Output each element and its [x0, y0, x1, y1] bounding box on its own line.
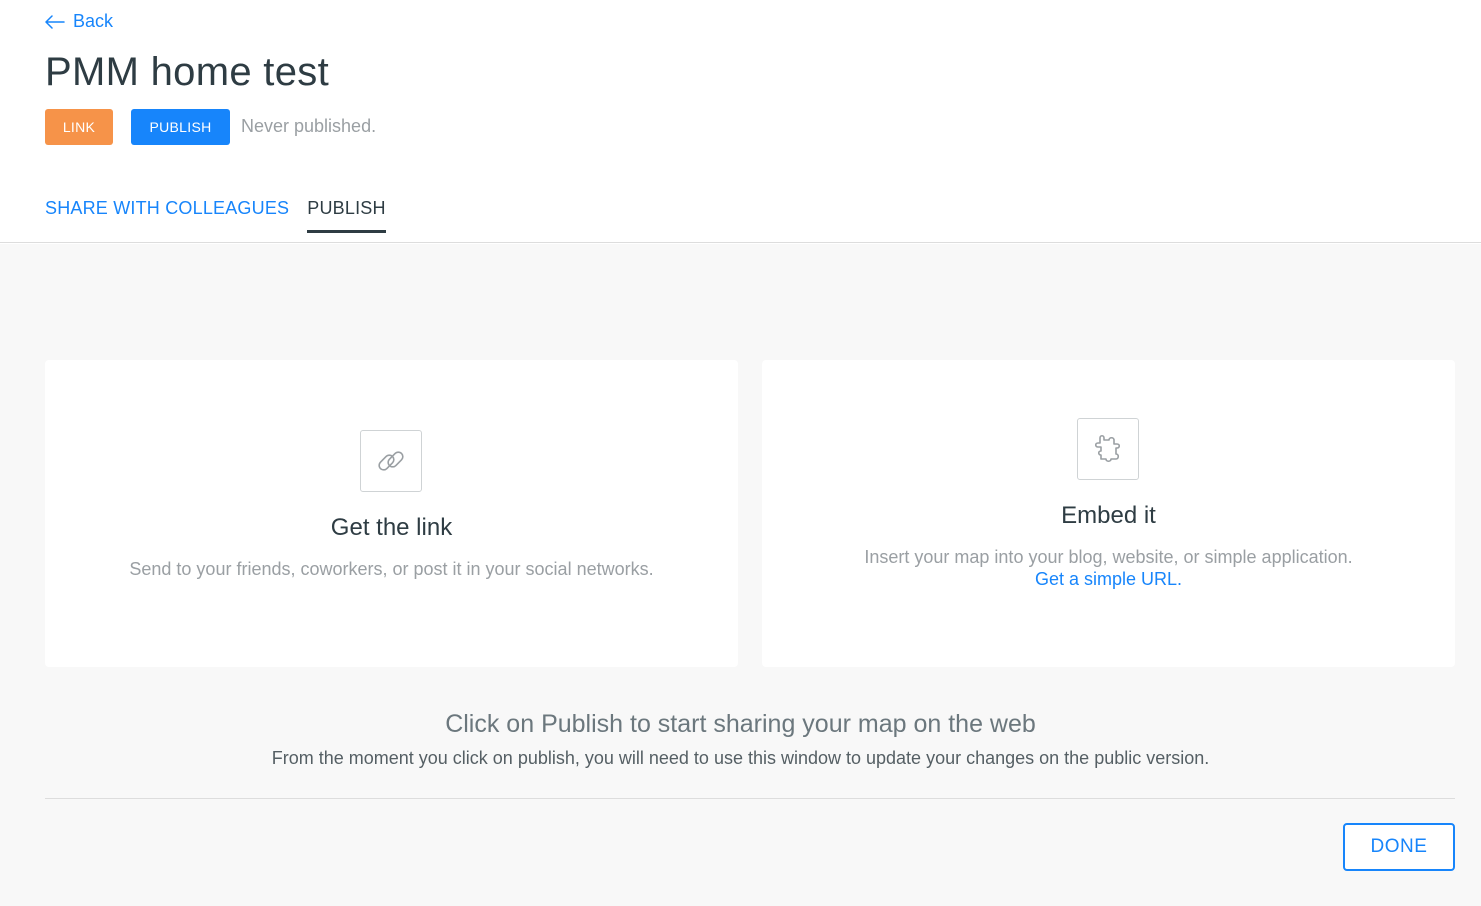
get-simple-url-link[interactable]: Get a simple URL.: [762, 569, 1455, 590]
get-link-card[interactable]: Get the link Send to your friends, cowor…: [45, 360, 738, 667]
card-title: Embed it: [1061, 502, 1156, 529]
publish-status: Never published.: [241, 116, 377, 136]
tab-publish[interactable]: PUBLISH: [307, 198, 386, 233]
tab-share-with-colleagues[interactable]: SHARE WITH COLLEAGUES: [45, 198, 289, 233]
puzzle-icon: [1077, 418, 1139, 480]
publish-button[interactable]: PUBLISH: [131, 109, 230, 145]
publish-headline: Click on Publish to start sharing your m…: [445, 710, 1036, 738]
divider: [45, 798, 1455, 799]
embed-card[interactable]: Embed it Insert your map into your blog,…: [762, 360, 1455, 667]
card-description: Insert your map into your blog, website,…: [864, 547, 1353, 567]
publish-subline: From the moment you click on publish, yo…: [271, 748, 1210, 768]
card-title: Get the link: [330, 514, 453, 541]
done-button[interactable]: DONE: [1343, 823, 1455, 871]
tab-bar: SHARE WITH COLLEAGUES PUBLISH: [45, 198, 404, 233]
card-description: Send to your friends, coworkers, or post…: [129, 559, 654, 579]
back-link[interactable]: Back: [45, 11, 113, 32]
link-icon: [360, 430, 422, 492]
arrow-left-icon: [45, 14, 65, 29]
publish-panel: Get the link Send to your friends, cowor…: [0, 244, 1481, 906]
back-label: Back: [73, 11, 114, 31]
header: Back PMM home test LINK PUBLISH Never pu…: [0, 0, 1481, 243]
link-button[interactable]: LINK: [45, 109, 113, 145]
page-title: PMM home test: [45, 50, 329, 94]
